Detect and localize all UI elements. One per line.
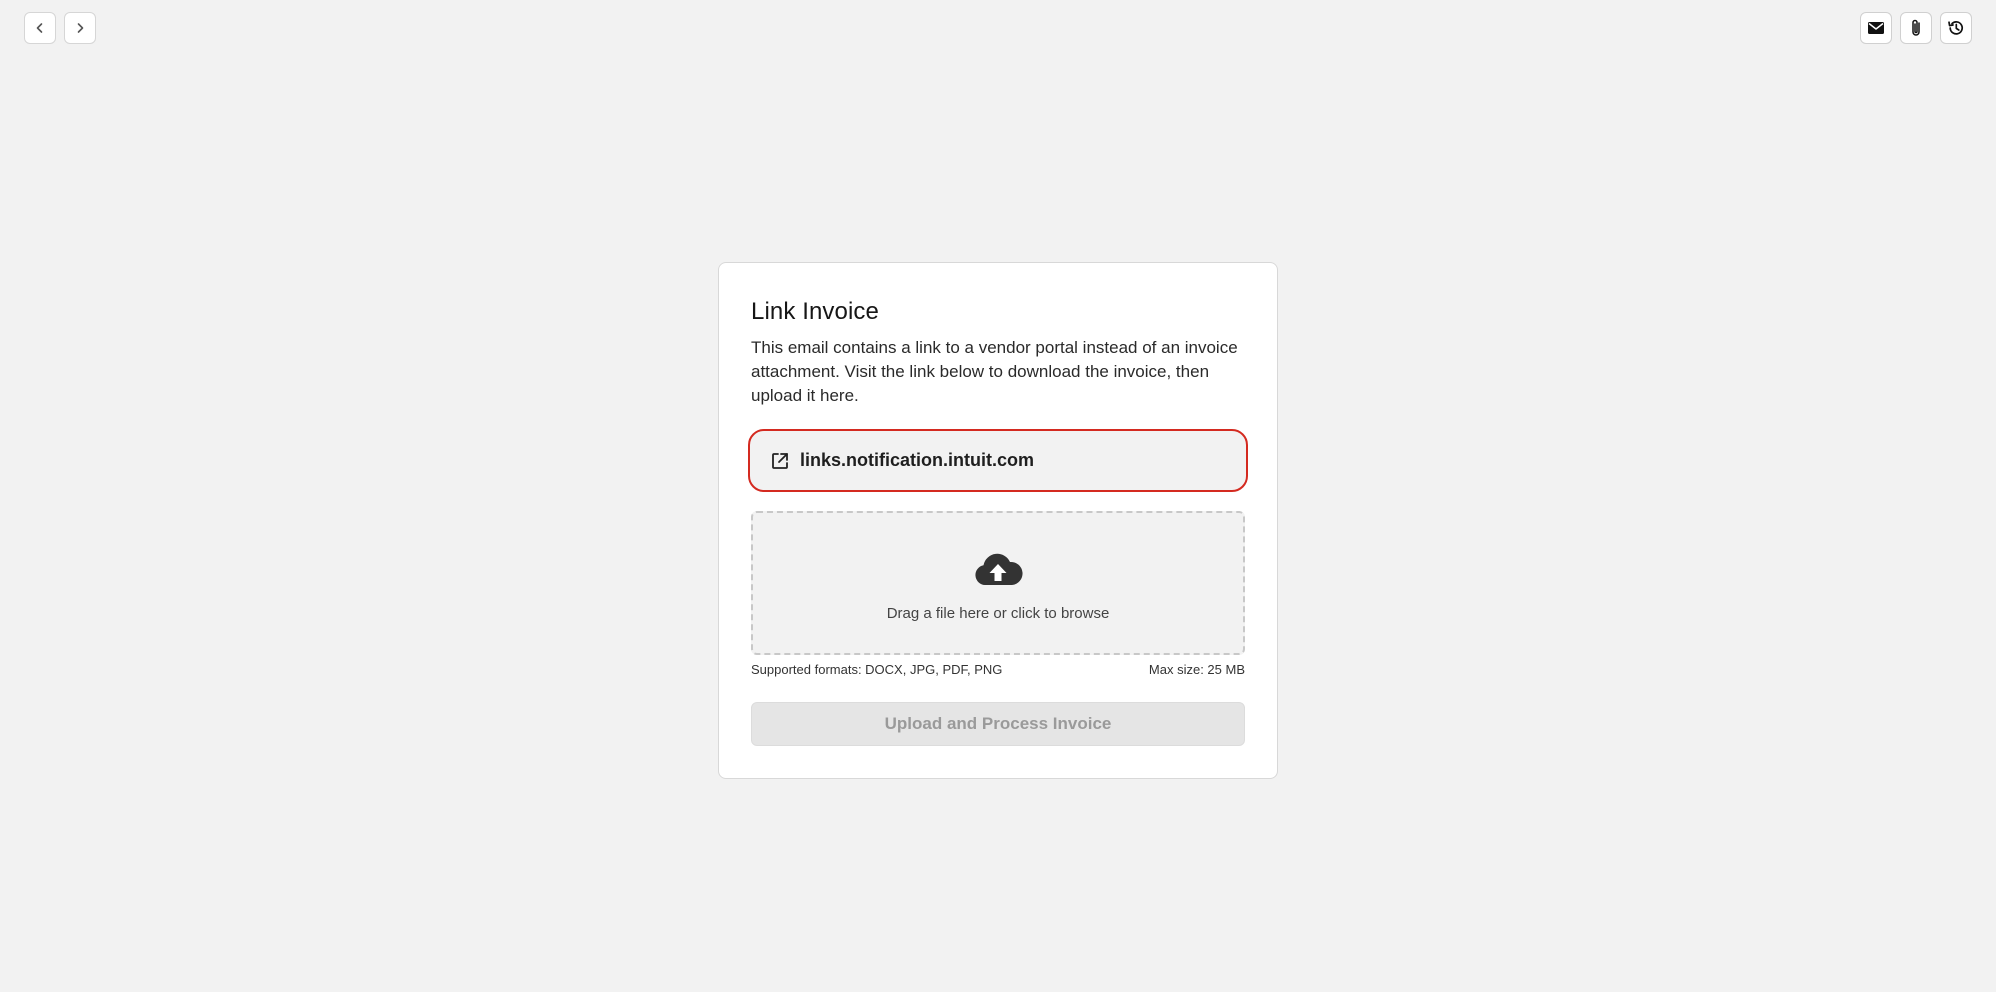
supported-formats-text: Supported formats: DOCX, JPG, PDF, PNG (751, 662, 1003, 677)
chevron-right-icon (73, 21, 87, 35)
link-url-text[interactable]: links.notification.intuit.com (800, 450, 1034, 471)
upload-process-button[interactable]: Upload and Process Invoice (751, 702, 1245, 746)
cloud-upload-icon (973, 551, 1023, 592)
envelope-icon (1867, 21, 1885, 35)
link-invoice-card: Link Invoice This email contains a link … (718, 262, 1278, 779)
dropzone-text: Drag a file here or click to browse (886, 605, 1110, 622)
card-description: This email contains a link to a vendor p… (751, 338, 1238, 405)
back-button[interactable] (24, 12, 56, 44)
max-size-text: Max size: 25 MB (1148, 662, 1245, 677)
external-link-icon (770, 451, 790, 471)
vendor-portal-link[interactable]: links.notification.intuit.com (748, 429, 1248, 492)
attachment-button[interactable] (1900, 12, 1932, 44)
history-button[interactable] (1940, 12, 1972, 44)
email-button[interactable] (1860, 12, 1892, 44)
card-title: Link Invoice (751, 298, 879, 325)
file-dropzone[interactable]: Drag a file here or click to browse (751, 511, 1245, 655)
paperclip-icon (1909, 18, 1923, 38)
history-icon (1947, 19, 1965, 37)
forward-button[interactable] (64, 12, 96, 44)
chevron-left-icon (33, 21, 47, 35)
